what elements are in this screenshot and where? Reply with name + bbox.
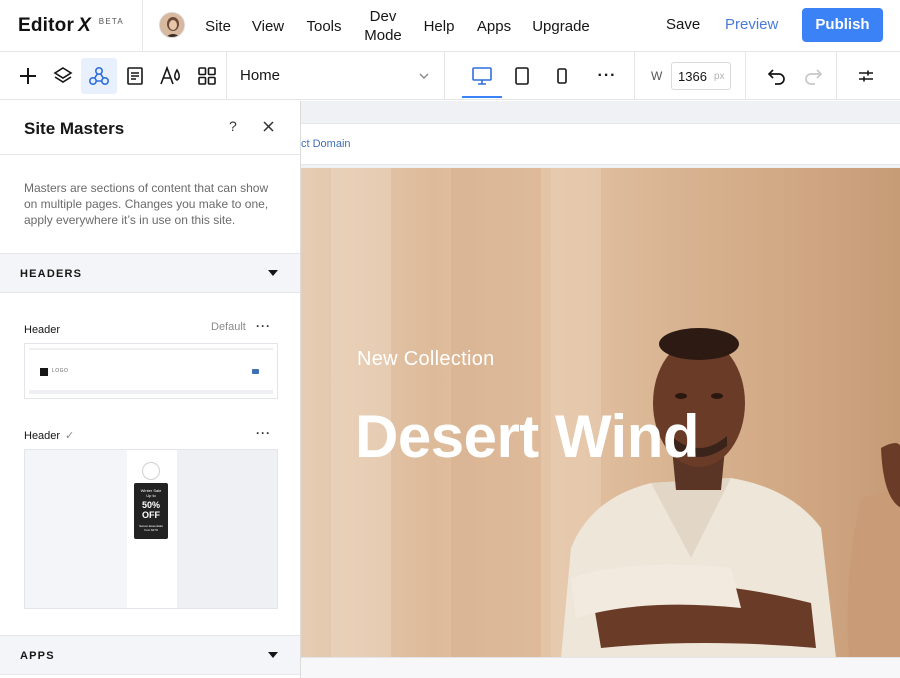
promo-line2: Up to xyxy=(146,493,156,498)
master-item-name: Header xyxy=(24,430,61,442)
divider xyxy=(745,52,746,100)
default-badge: Default xyxy=(211,321,246,333)
save-button[interactable]: Save xyxy=(666,0,700,52)
hero-section[interactable]: New Collection Desert Wind xyxy=(301,168,900,657)
panel-title: Site Masters xyxy=(24,119,125,138)
section-apps[interactable]: APPS xyxy=(0,635,300,675)
editor-canvas[interactable]: ct Domain New Collection Desert Wind xyxy=(301,101,900,678)
promo-big1: 50% xyxy=(141,500,160,510)
menu-dev-mode-label: Dev Mode xyxy=(364,8,402,44)
close-icon[interactable] xyxy=(262,120,275,138)
menu-site[interactable]: Site xyxy=(200,0,236,52)
divider xyxy=(634,52,635,100)
connect-domain-link[interactable]: ct Domain xyxy=(301,138,351,150)
menu-help[interactable]: Help xyxy=(420,0,458,52)
width-label: W xyxy=(651,69,663,83)
master-item-menu-button[interactable]: ··· xyxy=(256,319,271,333)
thumb-hanger xyxy=(142,462,160,480)
design-icon[interactable] xyxy=(153,58,189,94)
master-thumbnail[interactable]: LOGO xyxy=(24,343,278,399)
width-value: 1366 xyxy=(678,69,707,84)
hero-subtitle[interactable]: New Collection xyxy=(357,348,495,371)
mobile-icon[interactable] xyxy=(544,58,580,94)
editor-logo[interactable]: Editor X BETA xyxy=(18,14,124,38)
site-header-preview[interactable]: ct Domain xyxy=(301,123,900,165)
apps-grid-icon[interactable] xyxy=(189,58,225,94)
site-masters-panel: Site Masters ? Masters are sections of c… xyxy=(0,101,301,678)
logo-text: Editor xyxy=(18,15,75,36)
preview-button[interactable]: Preview xyxy=(725,0,778,52)
more-devices-button[interactable]: ··· xyxy=(589,58,625,94)
thumb-strip xyxy=(29,348,273,350)
master-item-name: Header xyxy=(24,324,61,336)
divider xyxy=(0,154,300,155)
section-headers-label: HEADERS xyxy=(20,268,83,280)
desktop-icon[interactable] xyxy=(464,58,500,94)
beta-badge: BETA xyxy=(98,17,124,26)
caret-down-icon xyxy=(268,652,278,658)
redo-icon[interactable] xyxy=(795,58,831,94)
caret-down-icon xyxy=(268,270,278,276)
thumb-cart-icon xyxy=(252,369,259,374)
master-item-menu-button[interactable]: ··· xyxy=(256,426,271,440)
menu-tools[interactable]: Tools xyxy=(302,0,346,52)
help-icon[interactable]: ? xyxy=(229,118,237,134)
next-section-preview xyxy=(301,657,900,678)
section-headers[interactable]: HEADERS xyxy=(0,253,300,293)
menu-upgrade[interactable]: Upgrade xyxy=(530,0,592,52)
divider xyxy=(142,0,143,52)
divider xyxy=(444,52,445,100)
layers-icon[interactable] xyxy=(45,58,81,94)
panel-description: Masters are sections of content that can… xyxy=(24,181,269,227)
page-select-value: Home xyxy=(240,67,281,84)
thumb-promo-tag: Winter Sale Up to 50% OFF Swoon Essentia… xyxy=(134,483,168,539)
thumb-logo-text: LOGO xyxy=(52,368,69,374)
editor-toolbar: Home ··· W 1366 px xyxy=(0,52,900,100)
add-icon[interactable] xyxy=(10,58,46,94)
hero-title[interactable]: Desert Wind xyxy=(355,402,700,471)
masters-icon[interactable] xyxy=(81,58,117,94)
promo-small2: from $179 xyxy=(144,528,158,532)
publish-button[interactable]: Publish xyxy=(802,8,883,42)
promo-big2: OFF xyxy=(142,510,160,520)
logo-mark: X xyxy=(78,15,91,36)
hero-model-image xyxy=(561,328,900,657)
thumb-page xyxy=(177,450,277,608)
menu-view[interactable]: View xyxy=(248,0,288,52)
tablet-icon[interactable] xyxy=(504,58,540,94)
thumb-logo-mark xyxy=(40,368,48,376)
settings-sliders-icon[interactable] xyxy=(848,58,884,94)
page-select[interactable]: Home xyxy=(226,52,444,100)
thumb-strip xyxy=(29,390,273,394)
chevron-down-icon xyxy=(418,69,430,87)
avatar[interactable] xyxy=(159,12,185,38)
width-input[interactable]: 1366 px xyxy=(671,62,731,90)
master-thumbnail[interactable]: Winter Sale Up to 50% OFF Swoon Essentia… xyxy=(24,449,278,609)
undo-icon[interactable] xyxy=(759,58,795,94)
checkmark-icon: ✓ xyxy=(65,430,75,442)
pages-icon[interactable] xyxy=(117,58,153,94)
section-apps-label: APPS xyxy=(20,650,55,662)
width-unit: px xyxy=(714,71,725,82)
menu-apps[interactable]: Apps xyxy=(474,0,514,52)
divider xyxy=(836,52,837,100)
top-bar: Editor X BETA Site View Tools Dev Mode He… xyxy=(0,0,900,52)
active-device-indicator xyxy=(462,96,502,98)
menu-dev-mode[interactable]: Dev Mode xyxy=(360,0,406,52)
